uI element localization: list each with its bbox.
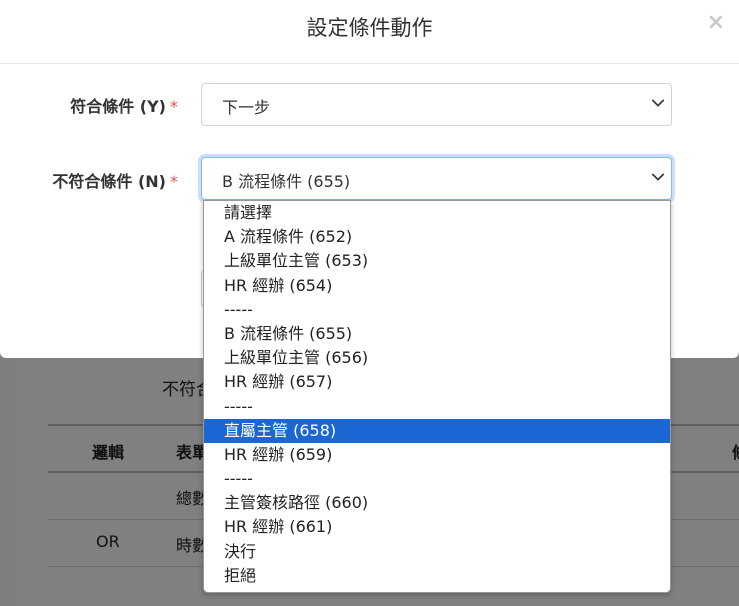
nomatch-select-value: B 流程條件 (655)	[222, 172, 351, 191]
dropdown-option[interactable]: HR 經辦 (661)	[204, 515, 670, 539]
match-condition-select[interactable]: 下一步	[201, 83, 672, 126]
nomatch-condition-label: 不符合條件 (N) *	[20, 168, 178, 192]
dropdown-option[interactable]: HR 經辦 (657)	[204, 370, 670, 394]
dropdown-option[interactable]: -----	[204, 467, 670, 491]
nomatch-label-text: 不符合條件 (N)	[52, 172, 166, 191]
table-cell: OR	[96, 532, 120, 551]
match-label-text: 符合條件 (Y)	[70, 97, 166, 116]
table-header-logic: 邏輯	[92, 443, 125, 462]
dropdown-option[interactable]: HR 經辦 (654)	[204, 274, 670, 298]
modal-title: 設定條件動作	[306, 16, 433, 40]
nomatch-condition-select[interactable]: B 流程條件 (655)	[201, 157, 672, 200]
dropdown-option[interactable]: B 流程條件 (655)	[204, 322, 670, 346]
match-condition-label: 符合條件 (Y) *	[40, 93, 178, 117]
required-mark: *	[170, 97, 178, 116]
nomatch-options-list[interactable]: 請選擇 A 流程條件 (652) 上級單位主管 (653) HR 經辦 (654) --…	[203, 200, 671, 593]
dropdown-option[interactable]: 上級單位主管 (653)	[204, 249, 670, 273]
close-icon[interactable]: ×	[707, 10, 725, 35]
dropdown-option[interactable]: 拒絕	[204, 564, 670, 588]
chevron-down-icon	[651, 99, 665, 107]
dropdown-option[interactable]: 請選擇	[204, 201, 670, 225]
dropdown-option[interactable]: HR 經辦 (659)	[204, 443, 670, 467]
chevron-down-icon	[651, 173, 665, 181]
table-header-condition: 條	[732, 439, 739, 463]
dropdown-option[interactable]: 主管簽核路徑 (660)	[204, 491, 670, 515]
dropdown-option-highlighted[interactable]: 直屬主管 (658)	[204, 418, 670, 443]
dropdown-option[interactable]: 上級單位主管 (656)	[204, 346, 670, 370]
dropdown-option[interactable]: A 流程條件 (652)	[204, 225, 670, 249]
dropdown-option[interactable]: -----	[204, 395, 670, 419]
dropdown-option[interactable]: 決行	[204, 540, 670, 564]
required-mark: *	[170, 172, 178, 191]
modal-header: 設定條件動作 ×	[0, 0, 739, 64]
dropdown-option[interactable]: -----	[204, 298, 670, 322]
match-select-value: 下一步	[222, 98, 271, 117]
